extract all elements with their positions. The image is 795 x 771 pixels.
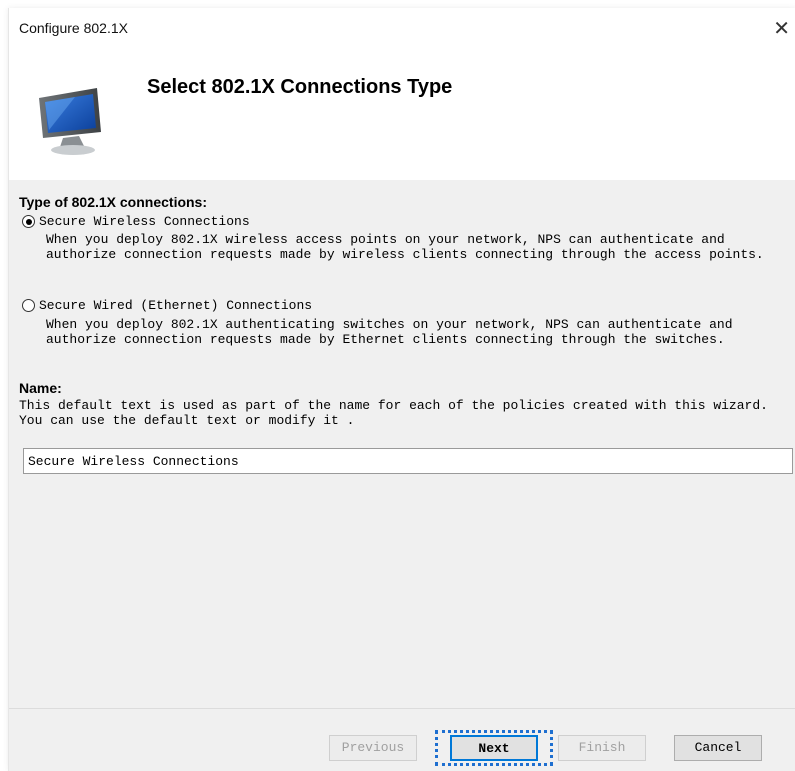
monitor-icon bbox=[39, 88, 101, 155]
name-label: Name: bbox=[19, 380, 62, 396]
radio-secure-wireless[interactable]: Secure Wireless Connections bbox=[22, 214, 250, 229]
radio-button-wireless[interactable] bbox=[22, 215, 35, 228]
wired-description: When you deploy 802.1X authenticating sw… bbox=[46, 317, 733, 347]
wireless-description: When you deploy 802.1X wireless access p… bbox=[46, 232, 764, 262]
previous-button[interactable]: Previous bbox=[329, 735, 417, 761]
connections-type-label: Type of 802.1X connections: bbox=[19, 194, 208, 210]
title-bar: Configure 802.1X ✕ bbox=[9, 8, 795, 48]
wizard-body: Type of 802.1X connections: Secure Wirel… bbox=[9, 180, 795, 709]
next-button[interactable]: Next bbox=[450, 735, 538, 761]
finish-button[interactable]: Finish bbox=[558, 735, 646, 761]
radio-button-wired[interactable] bbox=[22, 299, 35, 312]
window-title: Configure 802.1X bbox=[19, 20, 128, 36]
button-bar: Previous Next Finish Cancel bbox=[9, 708, 795, 771]
wizard-header: Select 802.1X Connections Type bbox=[9, 48, 795, 181]
cancel-button[interactable]: Cancel bbox=[674, 735, 762, 761]
radio-label-wired: Secure Wired (Ethernet) Connections bbox=[39, 298, 313, 313]
name-description: This default text is used as part of the… bbox=[19, 398, 768, 428]
radio-secure-wired[interactable]: Secure Wired (Ethernet) Connections bbox=[22, 298, 312, 313]
policy-name-input[interactable] bbox=[23, 448, 793, 474]
radio-label-wireless: Secure Wireless Connections bbox=[39, 214, 250, 229]
page-heading: Select 802.1X Connections Type bbox=[147, 76, 453, 98]
close-icon[interactable]: ✕ bbox=[773, 16, 790, 40]
wizard-window: Configure 802.1X ✕ Select 802.1X Connect… bbox=[8, 8, 795, 771]
